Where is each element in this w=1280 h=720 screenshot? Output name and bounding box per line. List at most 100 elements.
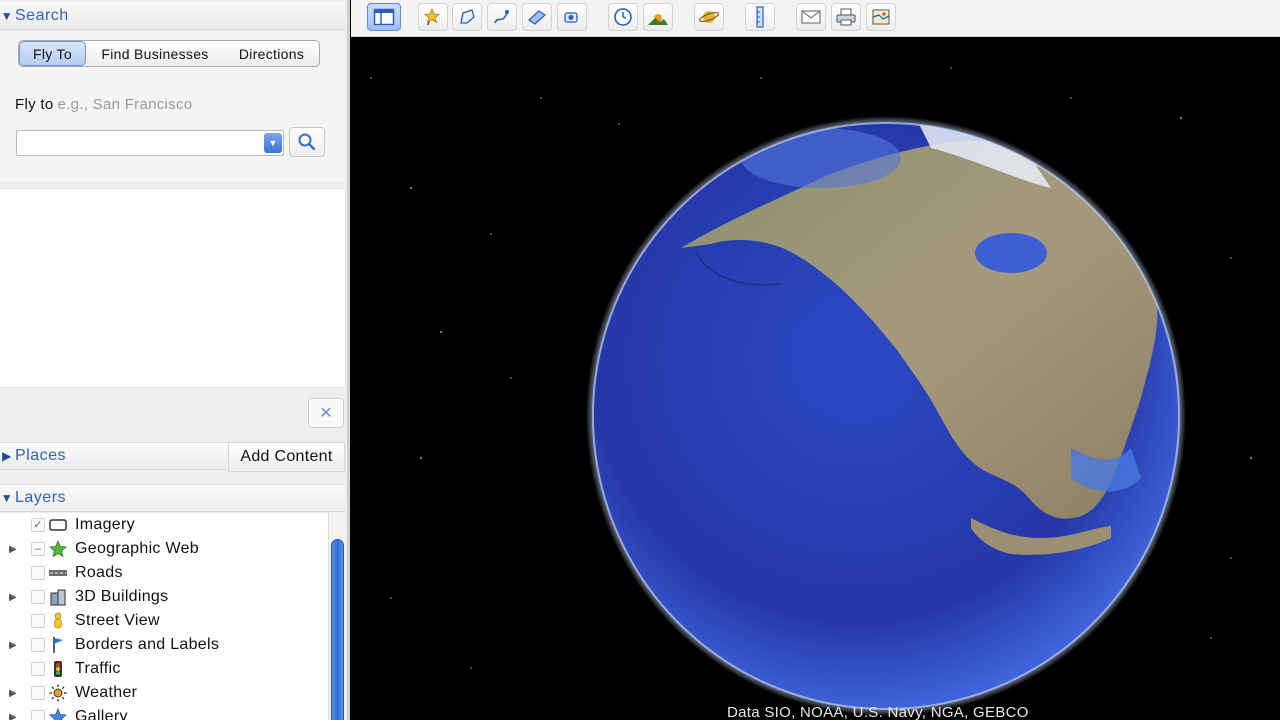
layers-list: ✓ Imagery ▶ – Geographic Web Roads ▶ 3D … bbox=[0, 513, 328, 720]
layer-row-weather[interactable]: ▶ Weather bbox=[0, 681, 328, 705]
email-button[interactable] bbox=[796, 3, 826, 31]
sidebar-icon bbox=[373, 8, 395, 26]
search-panel-header[interactable]: ▼ Search bbox=[0, 2, 345, 30]
camera-icon bbox=[564, 12, 578, 23]
expand-triangle-icon[interactable]: ▶ bbox=[9, 712, 19, 720]
path-icon bbox=[494, 10, 509, 24]
search-results-area bbox=[0, 188, 345, 388]
sunrise-icon bbox=[648, 14, 668, 25]
layer-label: Imagery bbox=[75, 516, 135, 533]
expand-triangle-icon[interactable]: ▶ bbox=[9, 544, 19, 555]
chevron-down-icon[interactable]: ▼ bbox=[264, 133, 282, 153]
ruler-icon bbox=[756, 6, 764, 28]
expand-triangle-icon[interactable]: ▶ bbox=[9, 592, 19, 603]
layer-row-geographic-web[interactable]: ▶ – Geographic Web bbox=[0, 537, 328, 561]
clock-icon bbox=[614, 8, 632, 26]
map-icon bbox=[872, 9, 890, 25]
collapse-triangle-icon[interactable]: ▼ bbox=[0, 491, 14, 505]
historical-imagery-button[interactable] bbox=[608, 3, 638, 31]
ruler-button[interactable] bbox=[745, 3, 775, 31]
scrollbar-thumb[interactable] bbox=[331, 539, 344, 720]
expand-triangle-icon[interactable]: ▶ bbox=[0, 449, 14, 463]
tab-fly-to[interactable]: Fly To bbox=[19, 41, 86, 66]
building-icon bbox=[48, 588, 68, 606]
add-content-button[interactable]: Add Content bbox=[228, 442, 345, 472]
layer-label: Borders and Labels bbox=[75, 636, 220, 653]
clear-results-button[interactable]: ✕ bbox=[308, 398, 344, 428]
expand-triangle-icon[interactable]: ▶ bbox=[9, 640, 19, 651]
layer-checkbox[interactable]: – bbox=[31, 542, 45, 556]
tab-find-businesses[interactable]: Find Businesses bbox=[86, 41, 224, 66]
places-panel-header[interactable]: ▶ Places bbox=[0, 442, 228, 470]
collapse-triangle-icon[interactable]: ▼ bbox=[0, 9, 14, 23]
fly-to-example-hint: e.g., San Francisco bbox=[57, 96, 193, 113]
layers-header-label: Layers bbox=[15, 489, 67, 506]
layer-checkbox[interactable] bbox=[31, 566, 45, 580]
record-tour-button[interactable] bbox=[557, 3, 587, 31]
layer-row-gallery[interactable]: ▶ Gallery bbox=[0, 705, 328, 720]
layer-label: Gallery bbox=[75, 708, 128, 720]
add-placemark-button[interactable] bbox=[418, 3, 448, 31]
close-icon: ✕ bbox=[319, 405, 333, 422]
layer-row-borders-and-labels[interactable]: ▶ Borders and Labels bbox=[0, 633, 328, 657]
globe[interactable] bbox=[351, 38, 1280, 720]
places-header-label: Places bbox=[15, 447, 67, 464]
sun-icon bbox=[48, 684, 68, 702]
layer-label: Street View bbox=[75, 612, 160, 629]
envelope-icon bbox=[801, 10, 821, 24]
layer-row-imagery[interactable]: ✓ Imagery bbox=[0, 513, 328, 537]
search-button[interactable] bbox=[289, 127, 325, 157]
placemark-icon bbox=[423, 7, 441, 26]
traffic-light-icon bbox=[48, 660, 68, 678]
planets-button[interactable] bbox=[694, 3, 724, 31]
layers-scrollbar[interactable] bbox=[328, 513, 345, 720]
expand-triangle-icon[interactable]: ▶ bbox=[9, 688, 19, 699]
layer-checkbox[interactable] bbox=[31, 638, 45, 652]
fly-to-label: Fly to e.g., San Francisco bbox=[15, 96, 192, 113]
toolbar bbox=[351, 0, 1280, 37]
add-polygon-button[interactable] bbox=[452, 3, 482, 31]
layer-row-roads[interactable]: Roads bbox=[0, 561, 328, 585]
map-attribution: Data SIO, NOAA, U.S. Navy, NGA, GEBCO bbox=[727, 704, 1029, 720]
polygon-icon bbox=[460, 9, 475, 24]
star-icon bbox=[48, 540, 68, 558]
fly-to-input[interactable]: ▼ bbox=[16, 130, 284, 156]
layer-checkbox[interactable] bbox=[31, 710, 45, 720]
print-button[interactable] bbox=[831, 3, 861, 31]
search-header-label: Search bbox=[15, 6, 69, 24]
fly-to-label-text: Fly to bbox=[15, 96, 54, 113]
image-overlay-button[interactable] bbox=[522, 3, 552, 31]
layer-checkbox[interactable] bbox=[31, 686, 45, 700]
image-overlay-icon bbox=[528, 10, 546, 25]
layers-panel-header[interactable]: ▼ Layers bbox=[0, 484, 345, 512]
add-path-button[interactable] bbox=[487, 3, 517, 31]
sunlight-button[interactable] bbox=[643, 3, 673, 31]
printer-icon bbox=[836, 8, 856, 26]
layer-label: 3D Buildings bbox=[75, 588, 169, 605]
road-icon bbox=[48, 564, 68, 582]
layer-checkbox[interactable] bbox=[31, 614, 45, 628]
layer-row-street-view[interactable]: Street View bbox=[0, 609, 328, 633]
layer-label: Geographic Web bbox=[75, 540, 199, 557]
planet-icon bbox=[698, 11, 720, 23]
sidebar-toggle-button[interactable] bbox=[367, 3, 401, 31]
imagery-icon bbox=[48, 516, 68, 534]
search-icon bbox=[298, 133, 316, 151]
layer-row-3d-buildings[interactable]: ▶ 3D Buildings bbox=[0, 585, 328, 609]
earth-3d-view[interactable] bbox=[351, 38, 1280, 720]
flag-icon bbox=[48, 636, 68, 654]
search-tabs: Fly To Find Businesses Directions bbox=[18, 40, 320, 67]
layer-row-traffic[interactable]: Traffic bbox=[0, 657, 328, 681]
search-panel: Fly To Find Businesses Directions Fly to… bbox=[0, 32, 345, 182]
layer-checkbox[interactable] bbox=[31, 662, 45, 676]
layer-label: Traffic bbox=[75, 660, 121, 677]
layer-checkbox[interactable]: ✓ bbox=[31, 518, 45, 532]
tab-directions[interactable]: Directions bbox=[224, 41, 319, 66]
sidebar: ▼ Search Fly To Find Businesses Directio… bbox=[0, 0, 350, 720]
view-in-maps-button[interactable] bbox=[866, 3, 896, 31]
layer-checkbox[interactable] bbox=[31, 590, 45, 604]
layer-label: Roads bbox=[75, 564, 123, 581]
gallery-icon bbox=[48, 708, 68, 720]
layer-label: Weather bbox=[75, 684, 138, 701]
pegman-icon bbox=[48, 612, 68, 630]
